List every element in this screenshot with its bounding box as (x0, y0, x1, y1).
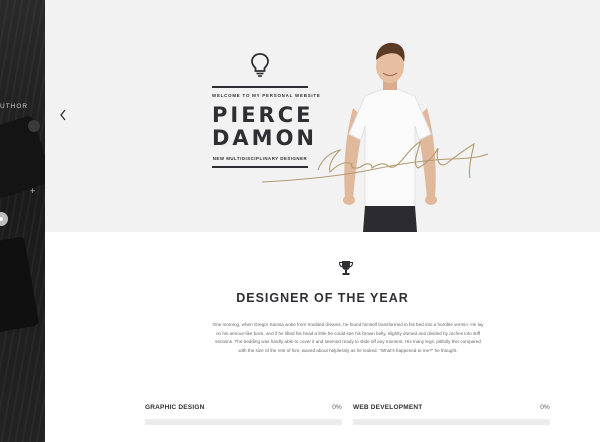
signature (261, 141, 489, 183)
progress-bar (353, 419, 550, 425)
section-title: DESIGNER OF THE YEAR (236, 291, 409, 305)
lightbulb-icon (251, 53, 269, 77)
side-panel: UTHOR + (0, 0, 45, 442)
first-name: PIERCE (212, 103, 314, 127)
skill-web-development: WEB DEVELOPMENT 0% (353, 404, 550, 425)
divider (212, 86, 308, 88)
skill-percent: 0% (332, 404, 342, 411)
skill-label: GRAPHIC DESIGN (145, 404, 205, 411)
progress-bar (145, 419, 342, 425)
chevron-left-icon[interactable] (58, 108, 72, 124)
knob-shape (28, 120, 40, 132)
plus-icon[interactable]: + (30, 186, 35, 196)
welcome-text: WELCOME TO MY PERSONAL WEBSITE (212, 93, 321, 98)
hero-section: WELCOME TO MY PERSONAL WEBSITE PIERCE DA… (45, 0, 600, 232)
section-paragraph: One morning, when Gregor Samsa woke from… (212, 322, 484, 353)
skill-label: WEB DEVELOPMENT (353, 404, 423, 411)
trophy-icon (338, 261, 354, 275)
side-label: UTHOR (0, 103, 29, 110)
skill-percent: 0% (540, 404, 550, 411)
skill-graphic-design: GRAPHIC DESIGN 0% (145, 404, 342, 425)
